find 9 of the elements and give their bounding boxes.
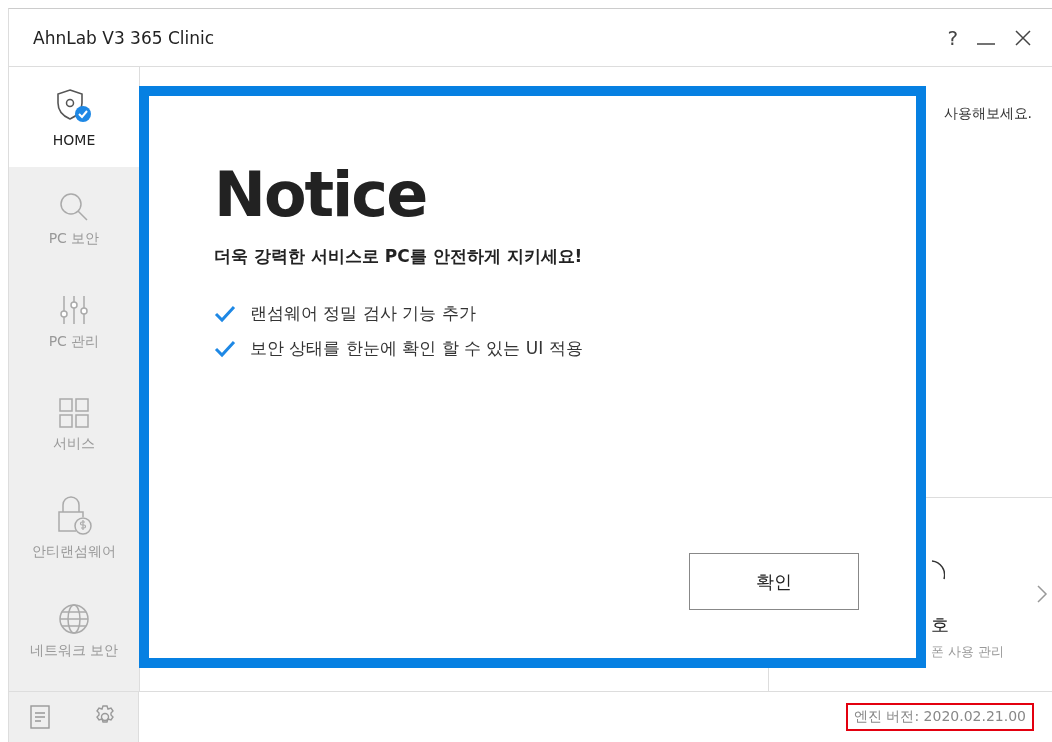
card-title: 호 (931, 613, 950, 637)
card-subtitle: 폰 사용 관리 (931, 643, 1006, 661)
notice-heading: Notice (214, 158, 428, 231)
feature-item: 보안 상태를 한눈에 확인 할 수 있는 UI 적용 (250, 337, 583, 360)
window-title: AhnLab V3 365 Clinic (33, 27, 215, 48)
feature-item: 랜섬웨어 정밀 검사 기능 추가 (250, 302, 476, 325)
notice-subtitle: 더욱 강력한 서비스로 PC를 안전하게 지키세요! (214, 245, 584, 268)
engine-version: 엔진 버전: 2020.02.21.00 (845, 703, 1034, 731)
hint-text: 사용해보세요. (943, 105, 1032, 123)
